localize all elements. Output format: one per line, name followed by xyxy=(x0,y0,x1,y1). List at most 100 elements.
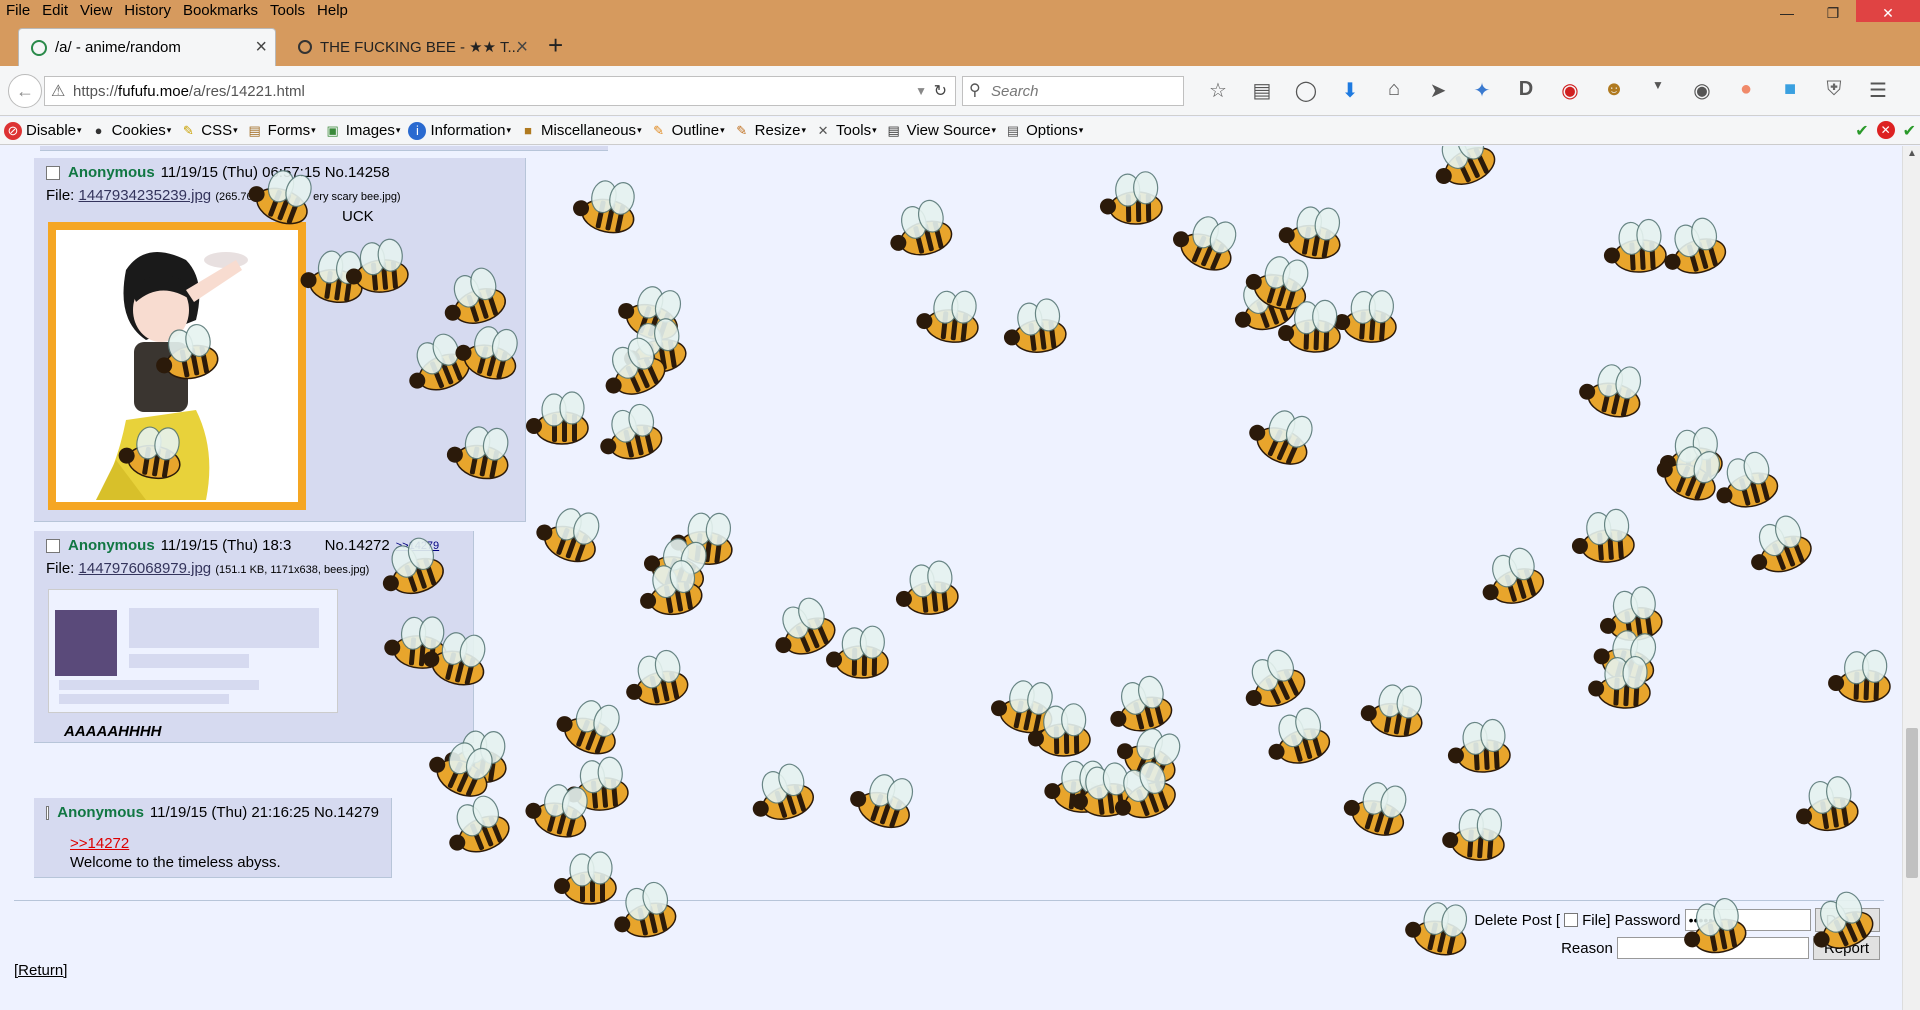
new-tab-icon[interactable]: + xyxy=(548,30,563,61)
post-number[interactable]: No.14272 xyxy=(325,537,390,554)
send-icon[interactable]: ➤ xyxy=(1416,78,1460,103)
bee-icon xyxy=(618,286,682,341)
no-script-icon[interactable]: ◉ xyxy=(1548,78,1592,103)
hamburger-menu-icon[interactable]: ☰ xyxy=(1856,78,1900,103)
bee-icon xyxy=(1245,256,1309,310)
post-checkbox[interactable] xyxy=(46,165,60,180)
post-thumbnail[interactable] xyxy=(48,222,306,510)
menu-view[interactable]: View xyxy=(74,0,118,22)
address-bar[interactable]: ⚠ https://fufufu.moe/a/res/14221.html ▼ … xyxy=(44,76,956,106)
menu-history[interactable]: History xyxy=(118,0,177,22)
bee-icon xyxy=(1044,760,1107,813)
webdev-label: Outline xyxy=(671,122,720,139)
webdev-outline[interactable]: ✎ Outline ▾ xyxy=(650,122,725,140)
menu-tools[interactable]: Tools xyxy=(264,0,311,22)
bee-icon xyxy=(1235,273,1296,331)
webdev-forms[interactable]: ▤ Forms ▾ xyxy=(246,122,316,140)
search-box[interactable]: ⚲ Search xyxy=(962,76,1184,106)
menu-help[interactable]: Help xyxy=(311,0,354,22)
tools-wrench-icon: ✕ xyxy=(817,122,829,138)
tab-close-icon[interactable]: × xyxy=(516,36,528,59)
bee-icon xyxy=(1343,782,1407,836)
options-icon: ▤ xyxy=(1006,122,1020,138)
report-button[interactable]: Report xyxy=(1812,936,1880,960)
post-checkbox[interactable] xyxy=(46,538,60,553)
bee-icon xyxy=(1115,761,1176,819)
divider xyxy=(14,900,1884,901)
bee-icon xyxy=(565,756,629,811)
post-checkbox[interactable] xyxy=(46,805,50,820)
return-link[interactable]: [Return] xyxy=(14,962,67,979)
scrollbar-thumb[interactable] xyxy=(1906,728,1918,878)
webdev-label: Miscellaneous xyxy=(541,122,637,139)
backlink[interactable]: >>14279 xyxy=(396,540,439,552)
chat-icon[interactable]: ◉ xyxy=(1680,78,1724,103)
webdev-information[interactable]: i Information ▾ xyxy=(408,121,511,140)
url-dropdown-icon[interactable]: ▼ xyxy=(915,84,927,98)
menu-file[interactable]: File xyxy=(0,0,36,22)
webdev-view-source[interactable]: ▤ View Source ▾ xyxy=(885,122,996,140)
error-red-icon[interactable]: ✕ xyxy=(1876,121,1895,139)
warning-icon[interactable]: ⚠ xyxy=(51,81,65,101)
scroll-up-icon[interactable]: ▲ xyxy=(1907,148,1917,159)
bee-icon xyxy=(525,784,588,838)
webdev-disable[interactable]: ⊘ Disable ▾ xyxy=(4,121,82,140)
bee-icon xyxy=(1751,515,1812,573)
webdev-cookies[interactable]: ● Cookies ▾ xyxy=(90,122,172,140)
check-green-icon[interactable]: ✔ xyxy=(1855,121,1868,141)
tab-bee[interactable]: THE FUCKING BEE - ★★ T... × xyxy=(286,28,536,66)
bee-icon xyxy=(600,403,663,460)
post-number[interactable]: No.14258 xyxy=(325,164,390,181)
outline-pencil-icon: ✎ xyxy=(653,122,665,138)
download-icon[interactable]: ⬇ xyxy=(1328,78,1372,103)
bee-icon xyxy=(916,290,979,343)
post-number[interactable]: No.14279 xyxy=(314,804,379,821)
bee-icon xyxy=(991,680,1053,734)
extension-puzzle-icon[interactable]: ✦ xyxy=(1460,78,1504,103)
file-link[interactable]: 1447976068979.jpg xyxy=(79,560,212,577)
check-green-icon[interactable]: ✔ xyxy=(1903,121,1916,141)
webdev-options[interactable]: ▤ Options ▾ xyxy=(1004,122,1083,140)
toolbar-icons: ☆ ▤ ◯ ⬇ ⌂ ➤ ✦ D ◉ ☻ ▼ ◉ ● ■ ⛨ ☰ xyxy=(1196,78,1900,103)
tab-title: /a/ - anime/random xyxy=(55,39,181,56)
file-details-tail: ery scary bee.jpg) xyxy=(313,191,401,203)
file-details: (265.76 KB, 8 xyxy=(215,191,283,203)
file-link[interactable]: 1447934235239.jpg xyxy=(79,187,212,204)
back-arrow-icon[interactable]: ← xyxy=(8,74,42,108)
webdev-css[interactable]: ✎ CSS ▾ xyxy=(179,122,238,140)
previous-post-edge xyxy=(40,146,608,151)
delete-button[interactable]: Delete xyxy=(1814,908,1880,932)
file-only-checkbox[interactable] xyxy=(1564,913,1579,927)
ublock-icon[interactable]: ⛨ xyxy=(1812,78,1856,103)
menu-edit[interactable]: Edit xyxy=(36,0,74,22)
webdev-resize[interactable]: ✎ Resize ▾ xyxy=(733,122,806,140)
quote-link[interactable]: >>14272 xyxy=(70,835,129,852)
images-icon: ▣ xyxy=(326,122,339,138)
pocket-icon[interactable]: ◯ xyxy=(1284,78,1328,103)
tab-close-icon[interactable]: × xyxy=(255,36,267,59)
webdev-images[interactable]: ▣ Images ▾ xyxy=(324,122,401,140)
search-icon: ⚲ xyxy=(969,82,981,99)
reason-field[interactable] xyxy=(1616,937,1809,959)
bookmark-star-icon[interactable]: ☆ xyxy=(1196,78,1240,103)
password-field[interactable] xyxy=(1684,909,1811,931)
d-extension-icon[interactable]: D xyxy=(1504,78,1548,103)
face-icon[interactable]: ● xyxy=(1724,78,1768,103)
menu-bookmarks[interactable]: Bookmarks xyxy=(177,0,264,22)
ghost-icon[interactable]: ■ xyxy=(1768,78,1812,103)
vertical-scrollbar[interactable]: ▲ xyxy=(1902,146,1920,1010)
greasemonkey-icon[interactable]: ☻ xyxy=(1592,78,1636,103)
bee-icon xyxy=(1117,728,1181,783)
reload-icon[interactable]: ↻ xyxy=(934,81,947,101)
tab-anime-random[interactable]: /a/ - anime/random × xyxy=(18,28,276,66)
chevron-down-icon[interactable]: ▼ xyxy=(1636,78,1680,103)
post-thumbnail[interactable] xyxy=(48,589,338,713)
reading-list-icon[interactable]: ▤ xyxy=(1240,78,1284,103)
webdev-label: Images xyxy=(345,122,395,139)
home-icon[interactable]: ⌂ xyxy=(1372,78,1416,103)
bee-icon xyxy=(1442,808,1505,861)
misc-folder-icon: ■ xyxy=(524,122,532,138)
delete-post-label: Delete Post [ xyxy=(1474,911,1561,929)
webdev-miscellaneous[interactable]: ■ Miscellaneous ▾ xyxy=(519,122,642,140)
webdev-tools[interactable]: ✕ Tools ▾ xyxy=(814,122,877,140)
